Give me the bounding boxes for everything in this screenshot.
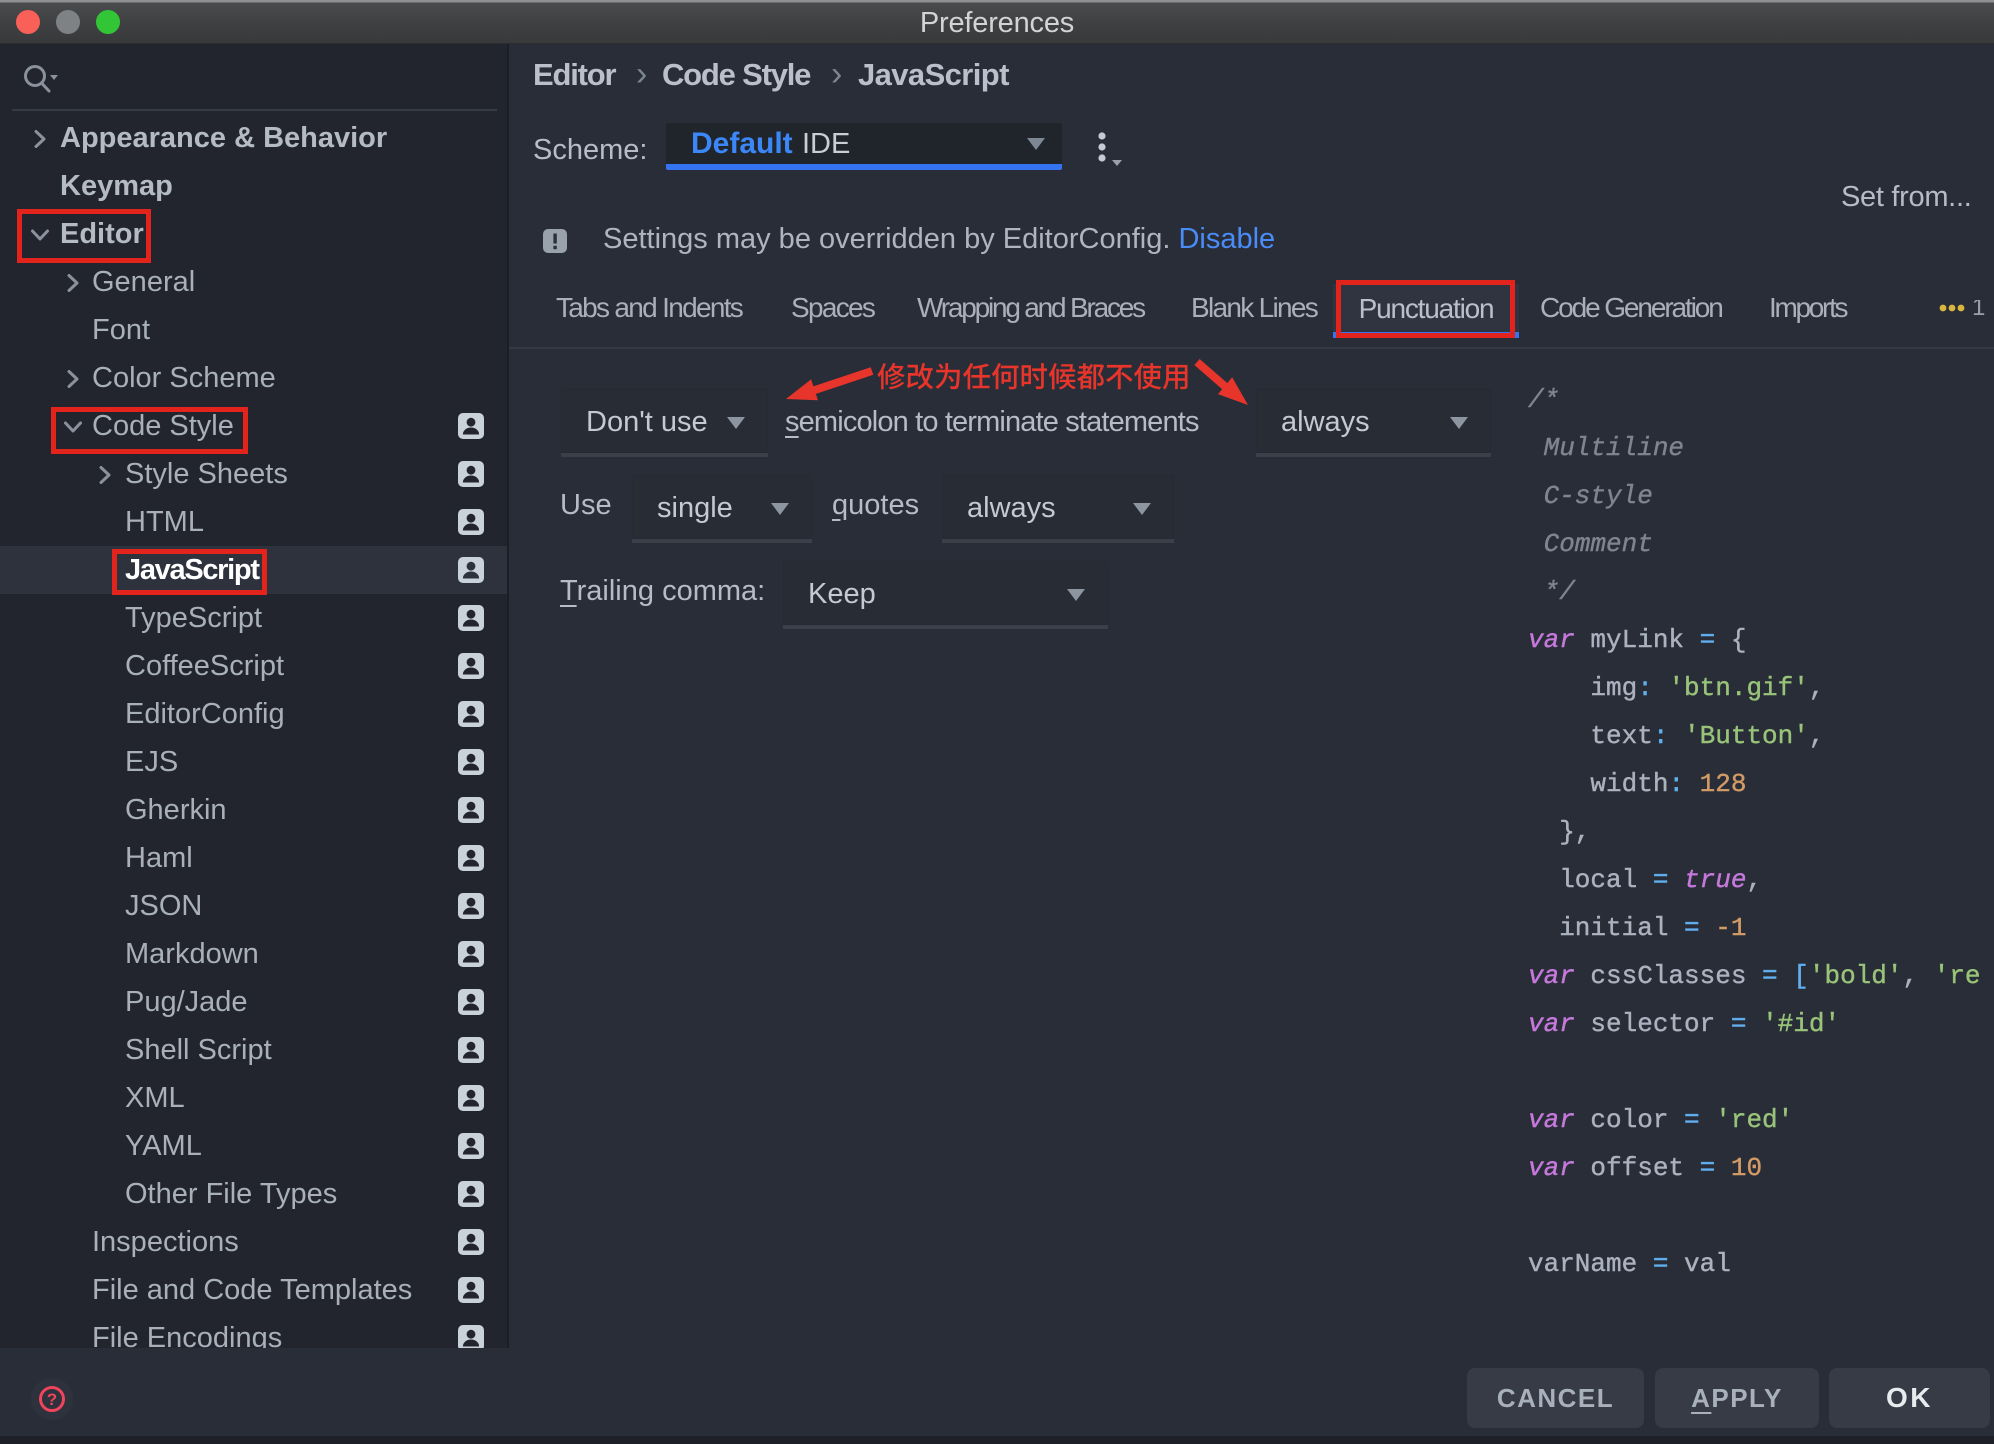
svg-text:1: 1 bbox=[1972, 300, 1985, 320]
svg-text:?: ? bbox=[47, 1390, 57, 1409]
